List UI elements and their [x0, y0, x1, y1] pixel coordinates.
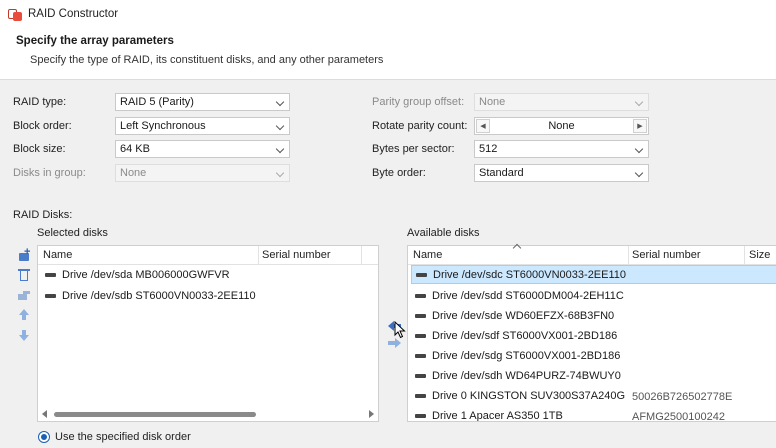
list-item[interactable]: Drive /dev/sde WD60EFZX-68B3FN0	[411, 306, 776, 325]
add-disk-icon[interactable]: +	[16, 246, 32, 263]
selected-disks-label: Selected disks	[37, 227, 108, 239]
spin-right-button[interactable]: ▶	[633, 119, 647, 133]
disks-in-group-value: None	[120, 167, 147, 179]
list-item-selected[interactable]: Drive /dev/sdc ST6000VN0033-2EE110	[411, 265, 776, 284]
column-name[interactable]: Name	[43, 249, 72, 261]
drive-icon	[45, 293, 56, 298]
wizard-header: Specify the array parameters Specify the…	[0, 28, 776, 80]
drive-icon	[415, 313, 426, 318]
chevron-down-icon	[275, 144, 285, 154]
arrow-down-icon[interactable]	[16, 327, 32, 343]
horizontal-scrollbar[interactable]	[40, 409, 376, 419]
window-title: RAID Constructor	[28, 8, 119, 20]
trash-icon[interactable]	[16, 267, 32, 283]
drive-icon	[415, 393, 426, 398]
raid-type-select[interactable]: RAID 5 (Parity)	[115, 93, 290, 111]
list-item[interactable]: Drive /dev/sdb ST6000VN0033-2EE110	[41, 286, 375, 305]
header-subtitle: Specify the type of RAID, its constituen…	[30, 54, 384, 66]
chevron-down-icon	[275, 97, 285, 107]
block-size-select[interactable]: 64 KB	[115, 140, 290, 158]
use-specified-order-label[interactable]: Use the specified disk order	[55, 431, 191, 443]
selected-disks-list[interactable]: Name Serial number Drive /dev/sda MB0060…	[37, 245, 379, 422]
chevron-down-icon	[275, 168, 285, 178]
drive-icon	[45, 272, 56, 277]
list-item[interactable]: Drive /dev/sdd ST6000DM004-2EH11C	[411, 286, 776, 305]
serial-number: 50026B726502778E	[632, 391, 733, 403]
bytes-per-sector-select[interactable]: 512	[474, 140, 649, 158]
title-bar: RAID Constructor	[0, 0, 776, 28]
use-specified-order-radio[interactable]	[38, 431, 50, 443]
byte-order-label: Byte order:	[372, 167, 426, 179]
block-size-label: Block size:	[13, 143, 66, 155]
drive-icon	[415, 333, 426, 338]
parity-group-offset-label: Parity group offset:	[372, 96, 465, 108]
available-list-header: Name Serial number Size	[408, 246, 776, 265]
column-serial[interactable]: Serial number	[262, 249, 330, 261]
raid-app-icon	[8, 7, 22, 21]
header-title: Specify the array parameters	[16, 35, 174, 47]
list-item[interactable]: Drive /dev/sdf ST6000VX001-2BD186	[411, 326, 776, 345]
rotate-parity-count-label: Rotate parity count:	[372, 120, 468, 132]
byte-order-select[interactable]: Standard	[474, 164, 649, 182]
chevron-down-icon	[634, 168, 644, 178]
chevron-down-icon	[634, 144, 644, 154]
disks-in-group-select: None	[115, 164, 290, 182]
block-order-select[interactable]: Left Synchronous	[115, 117, 290, 135]
spin-left-button[interactable]: ◀	[476, 119, 490, 133]
column-size[interactable]: Size	[749, 249, 770, 261]
scrollbar-thumb[interactable]	[54, 412, 256, 417]
drive-icon	[416, 272, 427, 277]
raid-disks-label: RAID Disks:	[13, 209, 73, 221]
available-disks-label: Available disks	[407, 227, 480, 239]
scroll-left-icon[interactable]	[42, 410, 47, 418]
parity-group-offset-select: None	[474, 93, 649, 111]
bytes-per-sector-label: Bytes per sector:	[372, 143, 455, 155]
chevron-down-icon	[634, 97, 644, 107]
parity-group-offset-value: None	[479, 96, 506, 108]
disks-in-group-label: Disks in group:	[13, 167, 86, 179]
drive-icon	[415, 373, 426, 378]
list-item[interactable]: Drive /dev/sdh WD64PURZ-74BWUY0	[411, 366, 776, 385]
list-item[interactable]: Drive /dev/sdg ST6000VX001-2BD186	[411, 346, 776, 365]
block-order-value: Left Synchronous	[120, 120, 206, 132]
rotate-parity-count-spinner[interactable]: ◀ None ▶	[474, 117, 649, 135]
column-serial[interactable]: Serial number	[632, 249, 700, 261]
drive-icon	[415, 293, 426, 298]
list-item[interactable]: Drive /dev/sda MB006000GWFVR	[41, 265, 375, 284]
drive-icon	[415, 413, 426, 418]
arrow-up-icon[interactable]	[16, 307, 32, 323]
block-order-label: Block order:	[13, 120, 72, 132]
scroll-right-icon[interactable]	[369, 410, 374, 418]
drive-icon	[415, 353, 426, 358]
byte-order-value: Standard	[479, 167, 524, 179]
block-size-value: 64 KB	[120, 143, 150, 155]
chevron-down-icon	[275, 121, 285, 131]
raid-type-label: RAID type:	[13, 96, 67, 108]
column-name[interactable]: Name	[413, 249, 442, 261]
selected-list-header: Name Serial number	[38, 246, 378, 265]
mouse-cursor-icon	[394, 321, 406, 339]
serial-number: AFMG2500100242	[632, 411, 725, 422]
available-disks-list[interactable]: Name Serial number Size Drive /dev/sdc S…	[407, 245, 776, 422]
rotate-parity-count-value: None	[548, 120, 575, 132]
replace-disk-icon[interactable]	[16, 287, 32, 303]
bytes-per-sector-value: 512	[479, 143, 498, 155]
raid-type-value: RAID 5 (Parity)	[120, 96, 194, 108]
